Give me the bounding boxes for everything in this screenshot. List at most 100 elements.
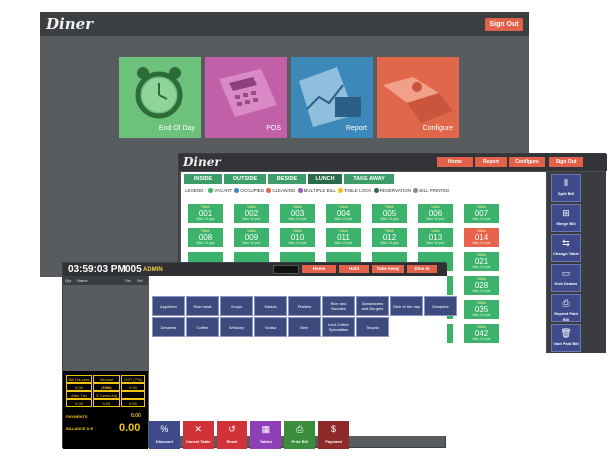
category-vodka[interactable]: Vodka [254, 317, 287, 337]
discount-button[interactable]: % Discount [149, 421, 180, 449]
category-salads[interactable]: Salads [254, 296, 287, 316]
merge-bill-button[interactable]: ⊞ Merge Bill [551, 204, 581, 232]
table-010[interactable]: Table 010 Max 10 pax [280, 228, 315, 247]
table-021[interactable]: Table 021 Max 10 pax [464, 252, 499, 271]
search-box[interactable] [273, 265, 299, 274]
tab-take-away[interactable]: TAKE AWAY [344, 174, 394, 184]
category-platters[interactable]: Platters [288, 296, 321, 316]
tile-label: POS [266, 125, 281, 132]
tab-lunch[interactable]: LUNCH [308, 174, 342, 184]
reprint-paid-bill-button[interactable]: ⎙ Reprint Paid Bill [551, 294, 581, 322]
service-charge-value: 0.00 [93, 383, 120, 391]
category-desserts[interactable]: Desserts [152, 317, 185, 337]
cancel-table-button[interactable]: ✕ Cancel Table [182, 421, 214, 449]
gst-value: 0.00 [121, 383, 145, 391]
sign-out-button[interactable]: Sign Out [549, 157, 583, 167]
tab-inside[interactable]: INSIDE [184, 174, 222, 184]
table-042[interactable]: Table 042 Max 10 pax [464, 324, 499, 343]
report-button[interactable]: Report [475, 157, 507, 167]
category-coffee[interactable]: Coffee [186, 317, 219, 337]
tile-pos[interactable]: POS [205, 57, 287, 138]
close-icon: ✕ [194, 424, 203, 434]
tab-outside[interactable]: OUTSIDE [224, 174, 266, 184]
table-number: 010 [290, 233, 305, 242]
category-rice-and-noodles[interactable]: Rice and Noodles [322, 296, 355, 316]
table-number: 007 [474, 209, 489, 218]
table-number: 035 [474, 305, 489, 314]
table-capacity: Max 10 pax [426, 217, 445, 221]
legend-label-vacant: VACANT [214, 188, 234, 193]
legend-dot-reservation [373, 188, 379, 194]
dine-in-button[interactable]: Dine In [407, 265, 437, 273]
table-013[interactable]: Table 013 Max 10 pax [418, 228, 453, 247]
button-label: Merge Bill [556, 221, 576, 226]
category-appetizer[interactable]: Appetizer [152, 296, 185, 316]
table-capacity: Max 10 pax [426, 241, 445, 245]
table-number: 001 [198, 209, 213, 218]
table-012[interactable]: Table 012 Max 10 pax [372, 228, 407, 247]
split-bill-button[interactable]: ⫴ Split Bill [551, 174, 581, 202]
table-007[interactable]: Table 007 Max 10 pax [464, 204, 499, 223]
configure-button[interactable]: Configure [509, 157, 545, 167]
category-dish-of-the-day[interactable]: Dish of the day [390, 296, 423, 316]
table-005[interactable]: Table 005 Max 10 pax [372, 204, 407, 223]
table-capacity: Max 10 pax [196, 217, 215, 221]
tile-end-of-day[interactable]: End Of Day [119, 57, 201, 138]
table-number: 008 [198, 233, 213, 242]
category-whiskey[interactable]: Whiskey [220, 317, 253, 337]
tables-button[interactable]: ▦ Tables [250, 421, 282, 449]
tab-beside[interactable]: BESIDE [268, 174, 306, 184]
payment-button[interactable]: $ Payment [318, 421, 349, 449]
table-004[interactable]: Table 004 Max 10 pax [326, 204, 361, 223]
take-away-button[interactable]: Take Away [372, 265, 404, 273]
tile-report[interactable]: Report [291, 57, 373, 138]
category-dessishe[interactable]: Dessishe [424, 296, 457, 316]
void-paid-bill-button[interactable]: 🗑 Void Paid Bill [551, 324, 581, 352]
sign-out-button[interactable]: Sign Out [485, 18, 523, 31]
legend-label-table-lock: TABLE LOCK [343, 188, 373, 193]
change-table-button[interactable]: ⇆ Change Table [551, 234, 581, 262]
table-014[interactable]: Table 014 Max 10 pax [464, 228, 499, 247]
balance-label: BALANCE D.E [66, 426, 94, 431]
category-iced-coffee-specialties[interactable]: Iced Coffee Specialties [322, 317, 355, 337]
action-bar: % Discount ✕ Cancel Table ↺ Reset ▦ Tables ⎙ Prin… [149, 421, 349, 449]
table-number: 006 [428, 209, 443, 218]
kick-drawer-button[interactable]: ▭ Kick Drawer [551, 264, 581, 292]
table-008[interactable]: Table 008 Max 10 pax [188, 228, 223, 247]
button-label: Cancel Table [186, 439, 211, 444]
tile-configure[interactable]: Configure [377, 57, 459, 138]
table-002[interactable]: Table 002 Max 10 pax [234, 204, 269, 223]
home-button[interactable]: Home [437, 157, 473, 167]
category-sandwiches-and-burgers[interactable]: Sandwiches and Burgers [356, 296, 389, 316]
table-006[interactable]: Table 006 Max 10 pax [418, 204, 453, 223]
reset-button[interactable]: ↺ Reset [216, 421, 248, 449]
tile-label: Report [345, 125, 367, 132]
payments-label: PAYMENTS [66, 414, 88, 419]
legend-dot-occupied [234, 188, 240, 194]
table-capacity: Max 10 pax [472, 289, 491, 293]
table-003[interactable]: Table 003 Max 10 pax [280, 204, 315, 223]
table-number: 013 [428, 233, 443, 242]
legend-label-bill-printed: BILL PRINTED [419, 188, 450, 193]
table-capacity: Max 10 pax [334, 241, 353, 245]
legend-dot-vacant [208, 188, 214, 194]
table-capacity: Max 10 pax [380, 217, 399, 221]
table-capacity: Max 10 pax [334, 217, 353, 221]
table-009[interactable]: Table 009 Max 10 pax [234, 228, 269, 247]
print-bill-button[interactable]: ⎙ Print Bill [284, 421, 316, 449]
category-soups[interactable]: Soups [220, 296, 253, 316]
printer-icon: ⎙ [296, 424, 304, 434]
legend-title: LEGEND : [185, 188, 207, 193]
category-raw-meat[interactable]: Raw meat [186, 296, 219, 316]
table-035[interactable]: Table 035 Max 10 pax [464, 300, 499, 319]
legend-label-reservation: RESERVATION [379, 188, 413, 193]
category-beer[interactable]: Beer [288, 317, 321, 337]
diner-logo: Diner [183, 155, 221, 169]
category-tequila[interactable]: Tequila [356, 317, 389, 337]
hold-button[interactable]: Hold [339, 265, 369, 273]
home-button[interactable]: Home [302, 265, 336, 273]
table-028[interactable]: Table 028 Max 10 pax [464, 276, 499, 295]
table-capacity: Max 10 pax [288, 217, 307, 221]
table-011[interactable]: Table 011 Max 10 pax [326, 228, 361, 247]
table-001[interactable]: Table 001 Max 10 pax [188, 204, 223, 223]
